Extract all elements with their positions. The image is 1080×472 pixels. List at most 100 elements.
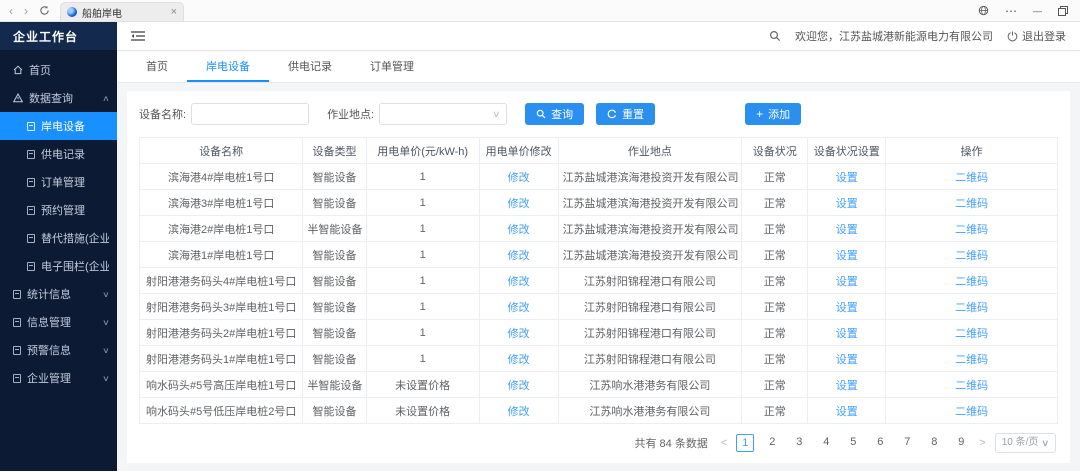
sidebar-item-data-query[interactable]: 数据查询 [0, 84, 117, 112]
table-row: 射阳港港务码头2#岸电桩1号口 智能设备 1 修改 江苏射阳锦程港口有限公司 正… [140, 320, 1058, 346]
modify-link[interactable]: 修改 [508, 406, 530, 418]
sidebar-item-reservation[interactable]: 预约管理 [0, 196, 117, 224]
next-page-icon[interactable]: > [979, 437, 985, 449]
search-icon[interactable] [769, 30, 781, 42]
chevron-down-icon [102, 374, 110, 383]
cell-unit-price: 1 [366, 320, 479, 346]
modify-link[interactable]: 修改 [508, 354, 530, 366]
cell-device-type: 智能设备 [303, 398, 366, 424]
collapse-menu-icon[interactable] [131, 30, 145, 42]
filter-bar: 设备名称: 作业地点: 查询 重置 [139, 103, 1058, 125]
logout-button[interactable]: 退出登录 [1007, 28, 1066, 44]
page-2[interactable]: 2 [763, 434, 781, 452]
setting-link[interactable]: 设置 [836, 172, 858, 184]
setting-link[interactable]: 设置 [836, 198, 858, 210]
col-operation: 操作 [886, 138, 1058, 164]
cell-location: 江苏射阳锦程港口有限公司 [558, 346, 742, 372]
sidebar-item-warning-info[interactable]: 预警信息 [0, 336, 117, 364]
browser-tab[interactable]: 船舶岸电 [60, 2, 184, 21]
table-row: 射阳港港务码头1#岸电桩1号口 智能设备 1 修改 江苏射阳锦程港口有限公司 正… [140, 346, 1058, 372]
sidebar-item-enterprise[interactable]: 企业管理 [0, 364, 117, 392]
page-7[interactable]: 7 [898, 434, 916, 452]
modify-link[interactable]: 修改 [508, 250, 530, 262]
browser-menu-icon[interactable] [1005, 4, 1017, 18]
tab-power-record[interactable]: 供电记录 [269, 51, 351, 82]
page-8[interactable]: 8 [925, 434, 943, 452]
setting-link[interactable]: 设置 [836, 276, 858, 288]
location-select[interactable] [379, 103, 507, 125]
table-row: 射阳港港务码头4#岸电桩1号口 智能设备 1 修改 江苏射阳锦程港口有限公司 正… [140, 268, 1058, 294]
setting-link[interactable]: 设置 [836, 224, 858, 236]
cell-status: 正常 [742, 164, 808, 190]
sidebar-item-power-record[interactable]: 供电记录 [0, 140, 117, 168]
qrcode-link[interactable]: 二维码 [955, 172, 988, 184]
modify-link[interactable]: 修改 [508, 198, 530, 210]
page-5[interactable]: 5 [844, 434, 862, 452]
add-button[interactable]: 添加 [745, 103, 801, 125]
tab-order[interactable]: 订单管理 [351, 51, 433, 82]
sidebar-item-stats[interactable]: 统计信息 [0, 280, 117, 308]
setting-link[interactable]: 设置 [836, 302, 858, 314]
cell-device-type: 智能设备 [303, 164, 366, 190]
modify-link[interactable]: 修改 [508, 328, 530, 340]
sidebar-item-measures[interactable]: 替代措施(企业) [0, 224, 117, 252]
search-button[interactable]: 查询 [525, 103, 584, 125]
cell-location: 江苏盐城港滨海港投资开发有限公司 [558, 242, 742, 268]
cell-device-type: 半智能设备 [303, 216, 366, 242]
table-row: 滨海港2#岸电桩1号口 半智能设备 1 修改 江苏盐城港滨海港投资开发有限公司 … [140, 216, 1058, 242]
qrcode-link[interactable]: 二维码 [955, 302, 988, 314]
modify-link[interactable]: 修改 [508, 172, 530, 184]
modify-link[interactable]: 修改 [508, 276, 530, 288]
prev-page-icon[interactable]: < [721, 437, 727, 449]
qrcode-link[interactable]: 二维码 [955, 250, 988, 262]
page-3[interactable]: 3 [790, 434, 808, 452]
sidebar-item-fence[interactable]: 电子围栏(企业) [0, 252, 117, 280]
cell-location: 江苏射阳锦程港口有限公司 [558, 294, 742, 320]
col-device-name: 设备名称 [140, 138, 303, 164]
qrcode-link[interactable]: 二维码 [955, 328, 988, 340]
sidebar-item-info-manage[interactable]: 信息管理 [0, 308, 117, 336]
data-query-icon [13, 93, 23, 103]
qrcode-link[interactable]: 二维码 [955, 354, 988, 366]
page-6[interactable]: 6 [871, 434, 889, 452]
qrcode-link[interactable]: 二维码 [955, 276, 988, 288]
device-name-label: 设备名称: [139, 106, 186, 122]
cell-device-name: 滨海港2#岸电桩1号口 [140, 216, 303, 242]
modify-link[interactable]: 修改 [508, 380, 530, 392]
reset-button[interactable]: 重置 [596, 103, 655, 125]
qrcode-link[interactable]: 二维码 [955, 380, 988, 392]
device-name-input[interactable] [191, 103, 309, 125]
cell-device-name: 滨海港3#岸电桩1号口 [140, 190, 303, 216]
setting-link[interactable]: 设置 [836, 250, 858, 262]
setting-link[interactable]: 设置 [836, 380, 858, 392]
tab-shore-device[interactable]: 岸电设备 [187, 51, 269, 82]
page-1[interactable]: 1 [736, 434, 754, 452]
setting-link[interactable]: 设置 [836, 328, 858, 340]
qrcode-link[interactable]: 二维码 [955, 406, 988, 418]
chevron-down-icon [102, 318, 110, 327]
browser-back-icon[interactable] [9, 5, 13, 17]
minimize-icon[interactable] [1033, 5, 1042, 17]
tab-close-icon[interactable] [171, 6, 177, 18]
modify-link[interactable]: 修改 [508, 224, 530, 236]
page-9[interactable]: 9 [952, 434, 970, 452]
globe-icon[interactable] [978, 5, 989, 16]
browser-forward-icon[interactable] [24, 5, 28, 17]
modify-link[interactable]: 修改 [508, 302, 530, 314]
page-size-select[interactable]: 10 条/页 [995, 433, 1056, 453]
sidebar-item-home[interactable]: 首页 [0, 56, 117, 84]
browser-refresh-icon[interactable] [39, 5, 50, 16]
setting-link[interactable]: 设置 [836, 354, 858, 366]
page-4[interactable]: 4 [817, 434, 835, 452]
cell-unit-price: 1 [366, 346, 479, 372]
qrcode-link[interactable]: 二维码 [955, 224, 988, 236]
setting-link[interactable]: 设置 [836, 406, 858, 418]
col-device-type: 设备类型 [303, 138, 366, 164]
qrcode-link[interactable]: 二维码 [955, 198, 988, 210]
sidebar-item-order[interactable]: 订单管理 [0, 168, 117, 196]
tab-home[interactable]: 首页 [127, 51, 187, 82]
cell-unit-price: 1 [366, 216, 479, 242]
power-record-icon [27, 150, 35, 159]
restore-window-icon[interactable] [1058, 6, 1068, 16]
sidebar-item-shore-device[interactable]: 岸电设备 [0, 112, 117, 140]
